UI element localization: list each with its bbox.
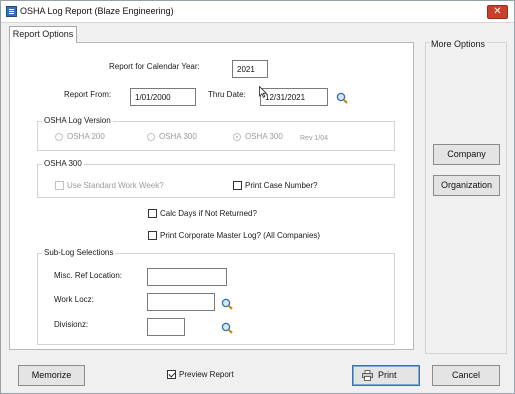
company-button[interactable]: Company <box>433 144 500 165</box>
magnifier-icon[interactable] <box>336 92 348 104</box>
calendar-year-input[interactable]: 2021 <box>232 60 268 78</box>
more-options-title: More Options <box>429 39 488 49</box>
work-locz-magnifier-icon[interactable] <box>221 298 233 310</box>
cancel-button[interactable]: Cancel <box>432 365 500 386</box>
print-case-number-label: Print Case Number? <box>245 181 318 190</box>
divisionz-magnifier-icon[interactable] <box>221 322 233 334</box>
divisionz-input[interactable] <box>147 318 185 336</box>
more-options-group <box>425 42 507 354</box>
print-button-label: Print <box>378 370 397 380</box>
preview-report-checkbox[interactable] <box>167 370 176 379</box>
divisionz-label: Divisionz: <box>54 320 89 329</box>
rev-note: Rev 1/04 <box>300 135 329 142</box>
report-from-label: Report From: <box>64 90 112 99</box>
use-standard-work-week-label: Use Standard Work Week? <box>67 181 164 190</box>
tab-report-options[interactable]: Report Options <box>9 26 77 43</box>
memorize-button[interactable]: Memorize <box>18 365 85 386</box>
report-from-input[interactable]: 1/01/2000 <box>130 88 196 106</box>
misc-ref-location-label: Misc. Ref Location: <box>54 271 123 280</box>
close-icon[interactable]: ✕ <box>487 5 508 19</box>
osha-log-version-title: OSHA Log Version <box>42 116 113 125</box>
document-icon <box>6 6 17 17</box>
osha-200-label: OSHA 200 <box>67 132 105 141</box>
osha-300-radio[interactable] <box>147 133 155 141</box>
calc-days-label: Calc Days if Not Returned? <box>160 209 257 218</box>
thru-date-input[interactable]: 12/31/2021 <box>260 88 328 106</box>
osha-log-report-window: OSHA Log Report (Blaze Engineering) ✕ Re… <box>0 0 515 394</box>
printer-icon <box>362 370 373 381</box>
title-bar: OSHA Log Report (Blaze Engineering) ✕ <box>1 1 514 23</box>
use-standard-work-week-checkbox[interactable] <box>55 181 64 190</box>
print-button[interactable]: Print <box>352 365 420 386</box>
calc-days-checkbox[interactable] <box>148 209 157 218</box>
calendar-year-label: Report for Calendar Year: <box>109 62 200 71</box>
print-corporate-label: Print Corporate Master Log? (All Compani… <box>160 231 321 240</box>
print-case-number-checkbox[interactable] <box>233 181 242 190</box>
window-title: OSHA Log Report (Blaze Engineering) <box>20 6 174 16</box>
work-locz-input[interactable] <box>147 293 215 311</box>
print-corporate-checkbox[interactable] <box>148 231 157 240</box>
mouse-cursor-icon <box>259 86 267 98</box>
osha-300-rev-label: OSHA 300 <box>245 132 283 141</box>
preview-report-label: Preview Report <box>179 370 234 379</box>
misc-ref-location-input[interactable] <box>147 268 227 286</box>
thru-date-label: Thru Date: <box>208 90 246 99</box>
osha-200-radio[interactable] <box>55 133 63 141</box>
sub-log-selections-title: Sub-Log Selections <box>42 248 116 257</box>
osha-300-rev-radio[interactable] <box>233 133 241 141</box>
work-locz-label: Work Locz: <box>54 295 94 304</box>
organization-button[interactable]: Organization <box>433 175 500 196</box>
osha-300-label: OSHA 300 <box>159 132 197 141</box>
osha-300-title: OSHA 300 <box>42 159 84 168</box>
